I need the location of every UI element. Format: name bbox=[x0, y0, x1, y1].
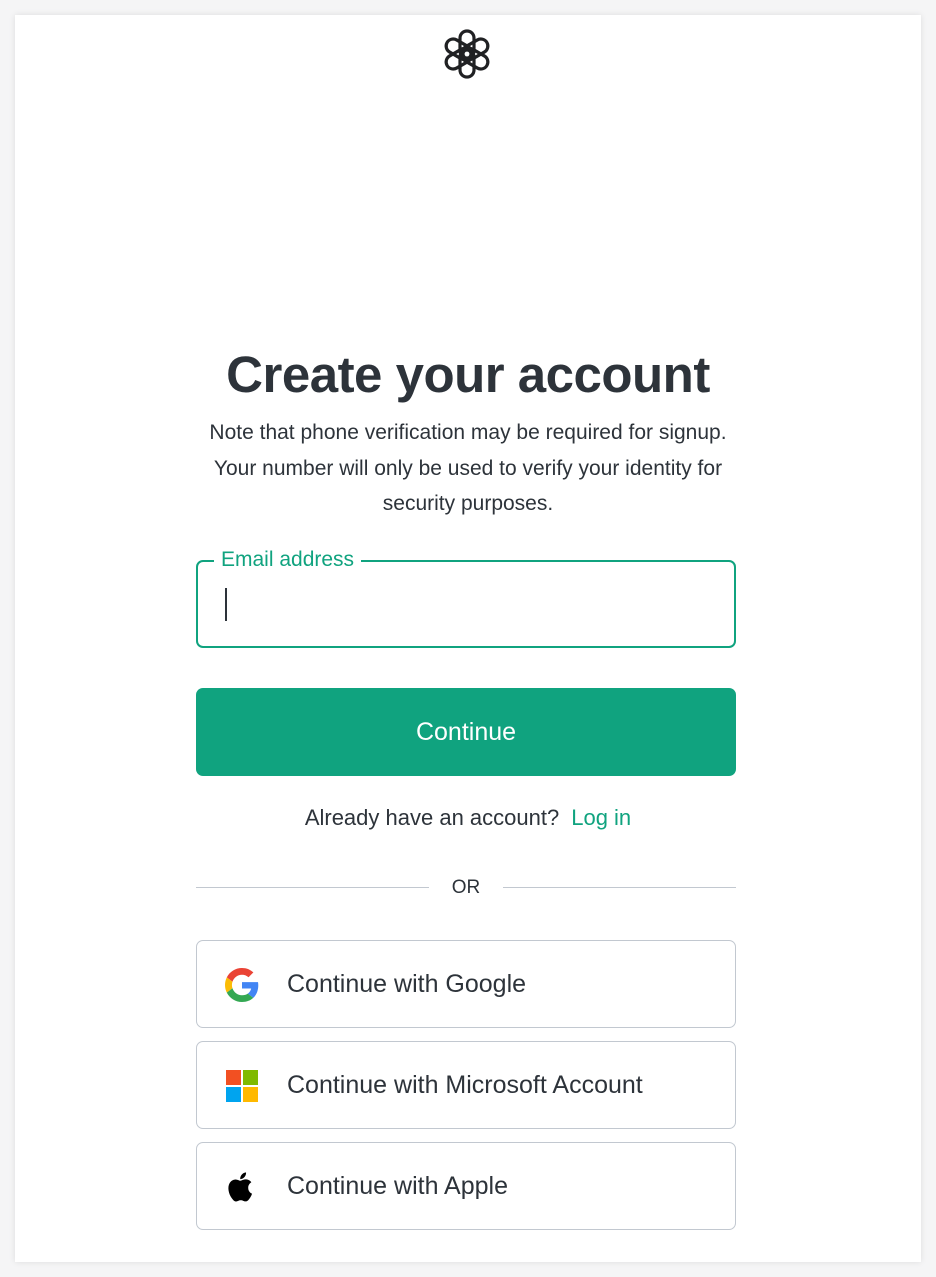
continue-with-microsoft-button[interactable]: Continue with Microsoft Account bbox=[196, 1041, 736, 1129]
google-button-label: Continue with Google bbox=[287, 970, 527, 998]
divider-line-right bbox=[503, 887, 736, 888]
or-divider: OR bbox=[196, 875, 736, 901]
microsoft-icon bbox=[226, 1070, 258, 1102]
continue-with-google-button[interactable]: Continue with Google bbox=[196, 940, 736, 1028]
login-prompt-text: Already have an account? bbox=[304, 805, 560, 830]
continue-with-apple-button[interactable]: Continue with Apple bbox=[196, 1142, 736, 1230]
openai-logo-icon bbox=[444, 29, 490, 79]
apple-button-label: Continue with Apple bbox=[287, 1172, 508, 1200]
email-input[interactable] bbox=[212, 576, 716, 634]
signup-page: Create your account Note that phone veri… bbox=[15, 15, 921, 1262]
microsoft-button-label: Continue with Microsoft Account bbox=[287, 1071, 643, 1099]
login-prompt-row: Already have an account? Log in bbox=[15, 805, 921, 831]
phone-verification-note: Note that phone verification may be requ… bbox=[209, 421, 727, 515]
page-title: Create your account bbox=[226, 346, 710, 403]
email-field[interactable]: Email address bbox=[196, 547, 736, 648]
email-label: Email address bbox=[214, 547, 362, 573]
divider-text: OR bbox=[451, 877, 481, 898]
apple-icon bbox=[228, 1172, 253, 1202]
text-cursor bbox=[225, 588, 227, 621]
google-icon bbox=[225, 968, 259, 1002]
login-link[interactable]: Log in bbox=[571, 805, 631, 830]
continue-button[interactable]: Continue bbox=[196, 688, 736, 776]
